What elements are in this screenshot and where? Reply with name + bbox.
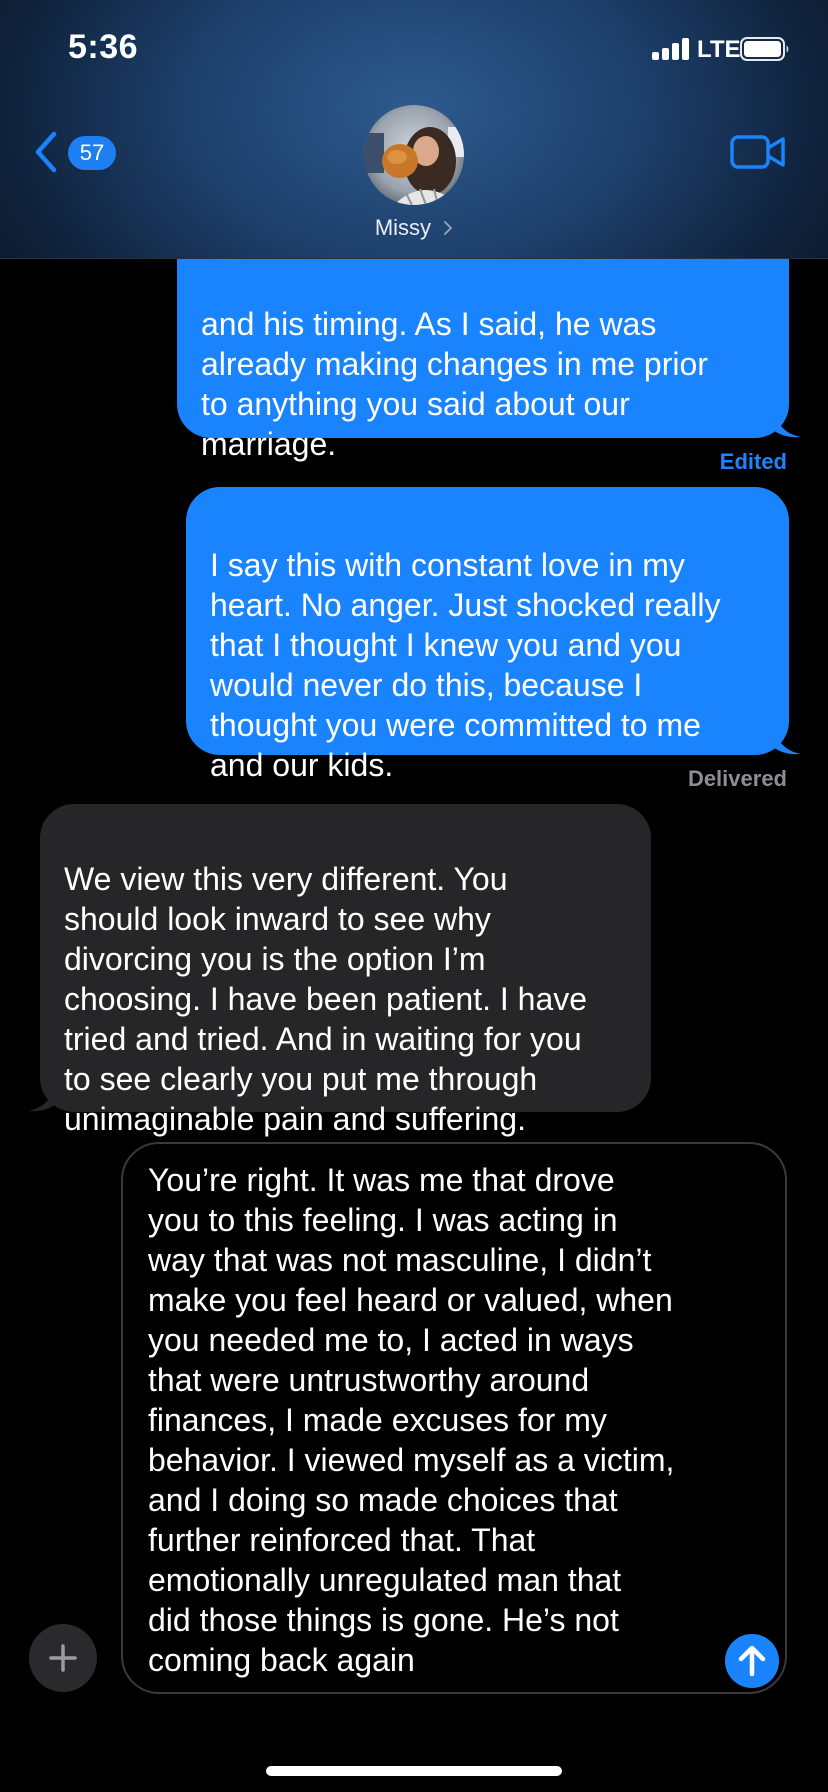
message-text: and his timing. As I said, he was alread… [201, 306, 708, 462]
message-input-field[interactable]: You’re right. It was me that drove you t… [121, 1142, 787, 1694]
video-call-button[interactable] [730, 134, 786, 170]
cellular-signal-icon [652, 38, 690, 60]
chevron-right-icon [444, 221, 453, 236]
network-type-label: LTE [697, 36, 741, 63]
plus-icon [49, 1644, 77, 1672]
sent-message-bubble[interactable]: I say this with constant love in my hear… [186, 487, 801, 783]
send-button[interactable] [725, 1634, 779, 1688]
status-bar-time: 5:36 [68, 28, 139, 66]
contact-name: Missy [374, 215, 432, 241]
add-attachment-button[interactable] [29, 1624, 97, 1692]
message-text: I say this with constant love in my hear… [210, 547, 721, 783]
chevron-left-icon [35, 131, 57, 173]
send-arrow-up-icon [738, 1645, 766, 1677]
contact-avatar[interactable] [364, 105, 464, 205]
message-text: We view this very different. You should … [64, 861, 588, 1137]
edited-label: Edited [719, 449, 787, 474]
back-button[interactable]: 57 [30, 124, 122, 180]
bubble-tail [773, 727, 801, 755]
unread-count-badge: 57 [68, 136, 116, 170]
bubble-tail [773, 410, 801, 438]
bubble-tail [28, 1084, 56, 1112]
contact-name-button[interactable]: Missy [0, 214, 828, 241]
delivered-label: Delivered [687, 766, 787, 791]
home-indicator[interactable] [266, 1766, 562, 1776]
battery-icon [740, 36, 790, 62]
draft-message-text[interactable]: You’re right. It was me that drove you t… [148, 1160, 728, 1680]
video-camera-icon [730, 135, 785, 169]
received-message-bubble[interactable]: We view this very different. You should … [28, 804, 651, 1137]
conversation-header: 5:36 LTE 57 Missy [0, 0, 828, 259]
